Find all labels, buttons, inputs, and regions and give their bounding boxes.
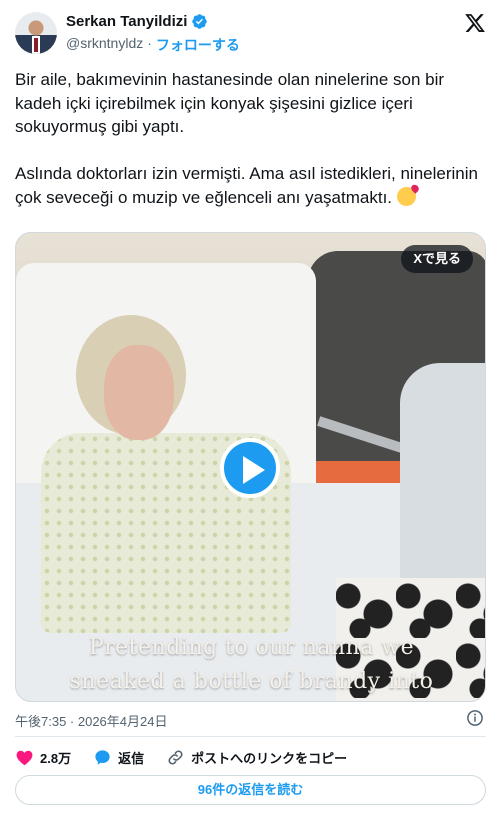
view-on-x-button[interactable]: Xで見る	[401, 245, 473, 273]
author-name-row: Serkan Tanyildizi	[66, 13, 208, 30]
copy-link-label: ポストへのリンクをコピー	[191, 750, 348, 766]
like-button[interactable]: 2.8万	[15, 748, 71, 767]
link-icon	[168, 749, 183, 765]
heart-icon	[16, 750, 33, 765]
like-count: 2.8万	[40, 750, 72, 766]
timestamp[interactable]: 午後7:35 · 2026年4月24日	[15, 711, 167, 730]
action-bar: 2.8万 返信 ポストへのリンクをコピー	[15, 745, 369, 769]
tweet-text: Bir aile, bakımevinin hastanesinde olan …	[15, 68, 487, 233]
follow-button[interactable]: フォローする	[156, 35, 240, 55]
x-logo-icon[interactable]	[464, 12, 486, 34]
divider	[15, 736, 486, 737]
video-caption-line-2: sneaked a bottle of brandy into	[69, 669, 434, 694]
tweet-card: Serkan Tanyildizi @srkntnyldz · フォローする B…	[0, 0, 500, 818]
info-icon[interactable]	[466, 709, 484, 727]
avatar-tie	[34, 38, 38, 52]
tweet-paragraph-1: Bir aile, bakımevinin hastanesinde olan …	[15, 70, 445, 136]
video-player[interactable]: Pretending to our nanna we sneaked a bot…	[15, 232, 486, 702]
reply-button[interactable]: 返信	[93, 748, 144, 767]
read-replies-button[interactable]: 96件の返信を読む	[15, 775, 486, 805]
thumb-face	[104, 345, 174, 440]
reply-bubble-icon	[95, 749, 110, 765]
author-handle[interactable]: @srkntnyldz	[66, 35, 143, 55]
verified-badge-icon	[192, 14, 208, 29]
video-caption-line-1: Pretending to our nanna we	[88, 635, 415, 660]
separator-dot: ·	[147, 35, 152, 51]
play-icon	[243, 456, 265, 484]
copy-link-button[interactable]: ポストへのリンクをコピー	[166, 748, 347, 767]
author-avatar[interactable]	[15, 12, 57, 54]
author-name[interactable]: Serkan Tanyildizi	[66, 13, 187, 30]
tweet-paragraph-2: Aslında doktorları izin vermişti. Ama as…	[15, 162, 487, 209]
handle-row: @srkntnyldz · フォローする	[66, 35, 240, 55]
reply-label: 返信	[118, 750, 145, 766]
play-button[interactable]	[220, 438, 280, 498]
smiling-face-with-hearts-emoji	[396, 186, 416, 206]
